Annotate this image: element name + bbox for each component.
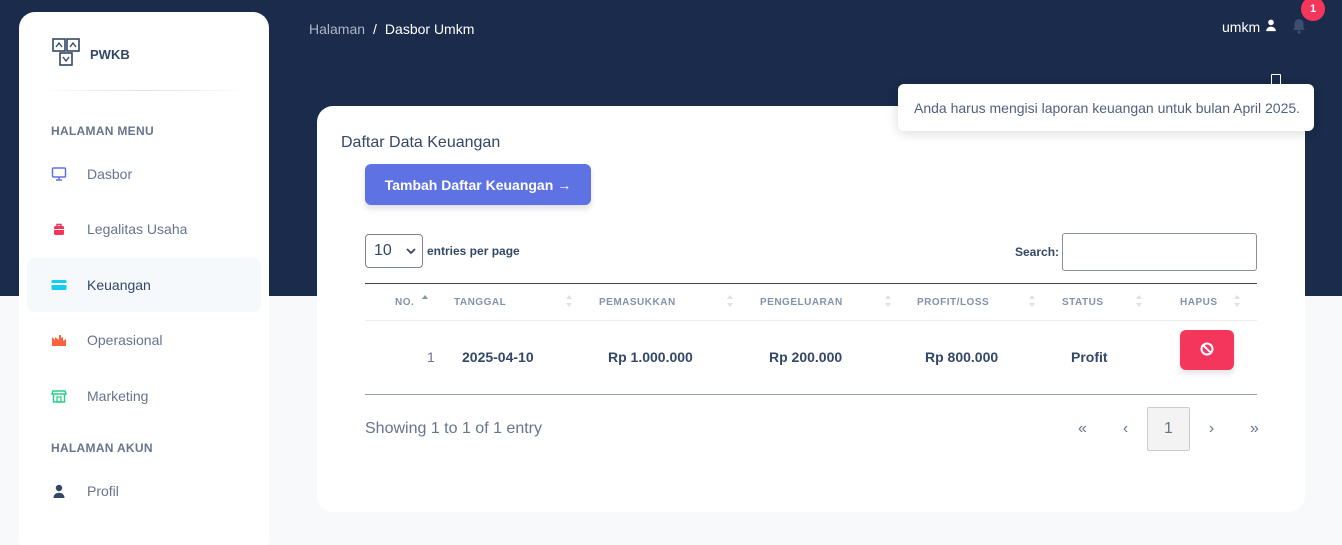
table-header: NO. TANGGAL PEMASUKKAN PENGELUARAN PROFI… bbox=[365, 283, 1257, 321]
cell-status: Profit bbox=[1071, 349, 1108, 365]
page-last[interactable]: » bbox=[1233, 407, 1276, 451]
user-menu[interactable]: umkm bbox=[1222, 18, 1278, 35]
sidebar-item-label: Profil bbox=[87, 483, 119, 499]
cell-tanggal: 2025-04-10 bbox=[462, 349, 534, 365]
cell-profit-loss: Rp 800.000 bbox=[925, 349, 999, 365]
sidebar-item-profil[interactable]: Profil bbox=[27, 464, 261, 518]
per-page-select[interactable]: 10 bbox=[365, 234, 423, 268]
cell-pemasukkan: Rp 1.000.000 bbox=[608, 349, 693, 365]
column-header-profit-loss[interactable]: PROFIT/LOSS bbox=[917, 297, 989, 308]
sidebar-item-operasional[interactable]: Operasional bbox=[27, 313, 261, 367]
sidebar-item-dasbor[interactable]: Dasbor bbox=[27, 147, 261, 201]
entries-per-page: 10 entries per page bbox=[365, 234, 520, 268]
sidebar-item-label: Operasional bbox=[87, 332, 163, 348]
breadcrumb: Halaman / Dasbor Umkm bbox=[309, 21, 474, 37]
cell-no: 1 bbox=[427, 349, 435, 365]
monitor-icon bbox=[51, 166, 67, 182]
breadcrumb-current: Dasbor Umkm bbox=[384, 21, 475, 37]
briefcase-icon bbox=[51, 221, 67, 237]
per-page-value: 10 bbox=[374, 242, 392, 259]
sidebar-item-legalitas-usaha[interactable]: Legalitas Usaha bbox=[27, 202, 261, 256]
cell-pengeluaran: Rp 200.000 bbox=[769, 349, 843, 365]
pagination: « ‹ 1 › » bbox=[1061, 407, 1276, 451]
toast-message: Anda harus mengisi laporan keuangan untu… bbox=[914, 99, 1301, 116]
brand-name: PWKB bbox=[90, 47, 130, 62]
brand[interactable]: PWKB bbox=[52, 38, 130, 71]
page-prev[interactable]: ‹ bbox=[1104, 407, 1147, 451]
sidebar-item-label: Marketing bbox=[87, 388, 149, 404]
sort-icon[interactable] bbox=[1029, 294, 1035, 308]
sidebar-item-label: Keuangan bbox=[87, 277, 151, 293]
notification-toast[interactable]: Anda harus mengisi laporan keuangan untu… bbox=[898, 84, 1314, 131]
user-icon bbox=[51, 483, 67, 499]
per-page-label: entries per page bbox=[427, 244, 520, 258]
sort-icon[interactable] bbox=[727, 294, 733, 308]
sidebar-item-label: Dasbor bbox=[87, 166, 133, 182]
credit-card-icon bbox=[51, 277, 67, 293]
page-current[interactable]: 1 bbox=[1147, 407, 1190, 451]
divider bbox=[39, 90, 249, 91]
logo-icon bbox=[52, 38, 80, 71]
sidebar: PWKB HALAMAN MENU Dasbor Legalitas Usaha… bbox=[19, 12, 269, 545]
add-button-label: Tambah Daftar Keuangan bbox=[384, 176, 554, 193]
sort-icon[interactable] bbox=[566, 294, 572, 308]
page-first[interactable]: « bbox=[1061, 407, 1104, 451]
card-title: Daftar Data Keuangan bbox=[341, 134, 501, 151]
sort-icon[interactable] bbox=[885, 294, 891, 308]
section-title-account: HALAMAN AKUN bbox=[51, 441, 153, 455]
sidebar-item-label: Legalitas Usaha bbox=[87, 221, 188, 237]
add-finance-button[interactable]: Tambah Daftar Keuangan → bbox=[365, 164, 591, 205]
page-next[interactable]: › bbox=[1190, 407, 1233, 451]
column-header-hapus[interactable]: HAPUS bbox=[1180, 297, 1218, 308]
column-header-tanggal[interactable]: TANGGAL bbox=[454, 297, 506, 308]
finance-card: Daftar Data Keuangan Tambah Daftar Keuan… bbox=[317, 106, 1305, 512]
search-label: Search: bbox=[1015, 245, 1060, 259]
sidebar-item-keuangan[interactable]: Keuangan bbox=[27, 258, 261, 312]
ban-icon bbox=[1200, 342, 1214, 359]
column-header-status[interactable]: STATUS bbox=[1062, 297, 1104, 308]
column-header-no[interactable]: NO. bbox=[395, 297, 414, 308]
breadcrumb-separator: / bbox=[373, 21, 377, 37]
shop-icon bbox=[51, 388, 67, 404]
bell-icon[interactable] bbox=[1292, 18, 1306, 39]
user-icon bbox=[1264, 18, 1278, 35]
sort-icon[interactable] bbox=[1136, 294, 1142, 308]
table-info: Showing 1 to 1 of 1 entry bbox=[365, 420, 542, 437]
delete-button[interactable] bbox=[1180, 330, 1234, 370]
breadcrumb-root[interactable]: Halaman bbox=[309, 21, 365, 37]
search-input[interactable] bbox=[1062, 233, 1257, 271]
chevron-down-icon bbox=[406, 242, 416, 260]
column-header-pengeluaran[interactable]: PENGELUARAN bbox=[760, 297, 843, 308]
factory-icon bbox=[51, 332, 67, 348]
finance-table: NO. TANGGAL PEMASUKKAN PENGELUARAN PROFI… bbox=[365, 283, 1257, 395]
section-title-menu: HALAMAN MENU bbox=[51, 124, 154, 138]
arrow-right-icon: → bbox=[557, 176, 572, 193]
username: umkm bbox=[1222, 18, 1261, 35]
sidebar-item-marketing[interactable]: Marketing bbox=[27, 369, 261, 423]
sort-icon[interactable] bbox=[1234, 294, 1240, 308]
sort-icon[interactable] bbox=[422, 294, 428, 308]
table-row: 1 2025-04-10 Rp 1.000.000 Rp 200.000 Rp … bbox=[365, 321, 1257, 395]
column-header-pemasukkan[interactable]: PEMASUKKAN bbox=[599, 297, 676, 308]
